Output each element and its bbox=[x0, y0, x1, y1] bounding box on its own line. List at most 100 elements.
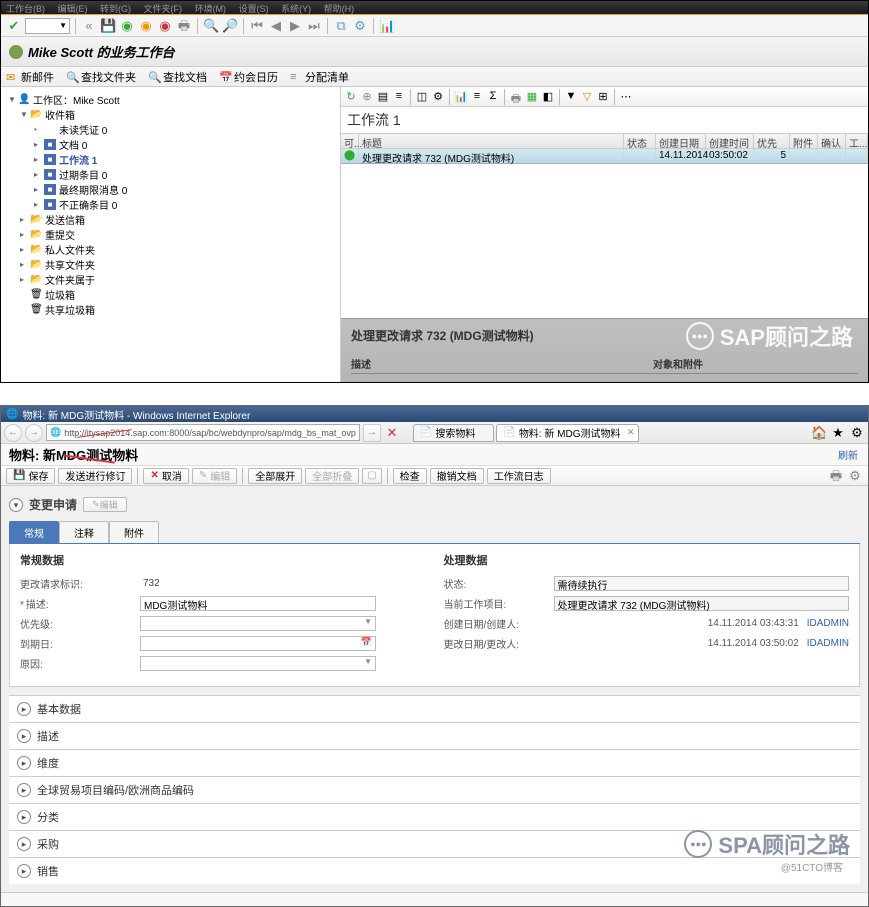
back-button[interactable]: ← bbox=[4, 424, 22, 442]
collapsible-section[interactable]: ▸全球贸易项目编码/欧洲商品编码 bbox=[9, 776, 860, 803]
edit-button[interactable]: ✎编辑 bbox=[192, 468, 237, 484]
col-date[interactable]: 创建日期 bbox=[656, 134, 706, 148]
expand-icon[interactable]: ▸ bbox=[17, 729, 31, 743]
col-status[interactable]: 状态 bbox=[624, 134, 656, 148]
collapsible-section[interactable]: ▸维度 bbox=[9, 749, 860, 776]
save-icon[interactable]: 💾 bbox=[100, 18, 116, 34]
exit-icon[interactable]: ◉ bbox=[138, 18, 154, 34]
refresh-link[interactable]: 刷新 bbox=[838, 447, 858, 462]
tree-item[interactable]: ▸■工作流 1 bbox=[6, 152, 335, 167]
word-icon[interactable]: ◧ bbox=[541, 90, 555, 104]
menu-item[interactable]: 工作台(B) bbox=[6, 2, 45, 15]
tree-item[interactable]: 🗑共享垃圾箱 bbox=[6, 302, 335, 317]
col-time[interactable]: 创建时间 bbox=[706, 134, 754, 148]
expand-all-button[interactable]: 全部展开 bbox=[248, 468, 302, 484]
expand-icon[interactable]: ▸ bbox=[17, 864, 31, 878]
new-mail-button[interactable]: ✉新邮件 bbox=[6, 69, 54, 85]
collapsible-section[interactable]: ▸描述 bbox=[9, 722, 860, 749]
collapsible-section[interactable]: ▸分类 bbox=[9, 803, 860, 830]
collapsible-section[interactable]: ▸基本数据 bbox=[9, 695, 860, 722]
filter2-icon[interactable]: ▽ bbox=[580, 90, 594, 104]
sort-icon[interactable]: ▼ bbox=[564, 90, 578, 104]
tree-item[interactable]: ▸📂共享文件夹 bbox=[6, 257, 335, 272]
next-icon[interactable]: ▶ bbox=[287, 18, 303, 34]
user-link[interactable]: IDADMIN bbox=[807, 618, 849, 629]
tree-item[interactable]: ▸📂重提交 bbox=[6, 227, 335, 242]
collapse-icon[interactable]: ▾ bbox=[9, 498, 23, 512]
tab-attachments[interactable]: 附件 bbox=[109, 521, 159, 543]
expand-icon[interactable]: ▸ bbox=[17, 783, 31, 797]
tree-item[interactable]: ▼📂收件箱 bbox=[6, 107, 335, 122]
prev-icon[interactable]: ◀ bbox=[268, 18, 284, 34]
tab-notes[interactable]: 注释 bbox=[59, 521, 109, 543]
collapse-all-button[interactable]: 全部折叠 bbox=[305, 468, 359, 484]
print2-icon[interactable]: 🖶 bbox=[828, 468, 844, 484]
browser-tab-active[interactable]: 📄物料: 新 MDG测试物料✕ bbox=[496, 424, 639, 442]
menu-item[interactable]: 帮助(H) bbox=[324, 2, 355, 15]
col-title[interactable]: 标题 bbox=[359, 134, 624, 148]
menu-item[interactable]: 环境(M) bbox=[195, 2, 227, 15]
tree-item[interactable]: ▸📂文件夹属于 bbox=[6, 272, 335, 287]
stop-icon[interactable]: ✕ bbox=[384, 425, 400, 441]
find-folder-button[interactable]: 🔍查找文件夹 bbox=[66, 69, 136, 85]
tcode-dropdown[interactable]: ▼ bbox=[25, 18, 70, 34]
dist-list-button[interactable]: ≡分配清单 bbox=[290, 69, 349, 85]
menu-item[interactable]: 系统(Y) bbox=[281, 2, 311, 15]
export-icon[interactable]: 📊 bbox=[454, 90, 468, 104]
help-icon[interactable]: 📊 bbox=[379, 18, 395, 34]
personalize-icon[interactable]: ⚙ bbox=[847, 468, 863, 484]
cancel-doc-button[interactable]: 撤销文档 bbox=[430, 468, 484, 484]
print-icon[interactable]: 🖶 bbox=[176, 18, 192, 34]
tab-general[interactable]: 常规 bbox=[9, 521, 59, 543]
tree-item[interactable]: ▸■最终期限消息 0 bbox=[6, 182, 335, 197]
tree-item[interactable]: 🗑垃圾箱 bbox=[6, 287, 335, 302]
address-bar[interactable]: 🌐 http://itysap2014.sap.com:8000/sap/bc/… bbox=[46, 424, 360, 441]
refresh-icon[interactable]: ↻ bbox=[344, 90, 358, 104]
find-icon[interactable]: 🔍 bbox=[203, 18, 219, 34]
home-icon[interactable]: 🏠 bbox=[811, 425, 827, 441]
details-icon[interactable]: ▤ bbox=[376, 90, 390, 104]
print-icon[interactable]: 🖶 bbox=[509, 90, 523, 104]
browser-tab[interactable]: 📄搜索物料 bbox=[413, 424, 494, 442]
sort-asc-icon[interactable]: ≡ bbox=[392, 90, 406, 104]
col-wi[interactable]: 工... bbox=[846, 134, 868, 148]
workflow-log-button[interactable]: 工作流日志 bbox=[487, 468, 551, 484]
tree-item[interactable]: ▸■文档 0 bbox=[6, 137, 335, 152]
folder-tree[interactable]: ▼👤工作区：Mike Scott▼📂收件箱•未读凭证 0▸■文档 0▸■工作流 … bbox=[1, 87, 341, 382]
dropdown-field[interactable]: ▼ bbox=[140, 656, 376, 671]
close-icon[interactable]: ✕ bbox=[627, 427, 635, 438]
cancel-icon[interactable]: ◉ bbox=[157, 18, 173, 34]
dropdown-field[interactable]: ▼ bbox=[140, 616, 376, 631]
sum-icon[interactable]: Σ bbox=[486, 90, 500, 104]
first-icon[interactable]: ⏮ bbox=[249, 18, 265, 34]
tree-item[interactable]: ▸📂发送信箱 bbox=[6, 212, 335, 227]
findnext-icon[interactable]: 🔎 bbox=[222, 18, 238, 34]
col-att[interactable]: 附件 bbox=[790, 134, 818, 148]
layout-icon[interactable]: ⚙ bbox=[352, 18, 368, 34]
last-icon[interactable]: ⏭ bbox=[306, 18, 322, 34]
col-conf[interactable]: 确认 bbox=[818, 134, 846, 148]
chart-icon[interactable]: ≡ bbox=[470, 90, 484, 104]
tree-item[interactable]: ▸■过期条目 0 bbox=[6, 167, 335, 182]
go-button[interactable]: → bbox=[363, 424, 381, 442]
grid-row[interactable]: ⬤ 处理更改请求 732 (MDG测试物料) 14.11.2014 03:50:… bbox=[341, 149, 868, 164]
exec-icon[interactable]: ⊕ bbox=[360, 90, 374, 104]
send-revise-button[interactable]: 发送进行修订 bbox=[58, 468, 132, 484]
text-field[interactable]: MDG测试物料 bbox=[140, 596, 376, 611]
expand-icon[interactable]: ▸ bbox=[17, 810, 31, 824]
tree-item[interactable]: ▸📂私人文件夹 bbox=[6, 242, 335, 257]
back-icon[interactable]: « bbox=[81, 18, 97, 34]
tree-item[interactable]: •未读凭证 0 bbox=[6, 122, 335, 137]
tree-item[interactable]: ▼👤工作区：Mike Scott bbox=[6, 92, 335, 107]
col-icon[interactable]: ◫ bbox=[415, 90, 429, 104]
expand-icon[interactable]: ▸ bbox=[17, 756, 31, 770]
collapsible-section[interactable]: ▸销售 bbox=[9, 857, 860, 884]
user-link[interactable]: IDADMIN bbox=[807, 638, 849, 649]
edit-pill-button[interactable]: ✎编辑 bbox=[83, 497, 127, 512]
box-button[interactable]: ▢ bbox=[362, 468, 381, 484]
cancel-button[interactable]: ✕取消 bbox=[143, 468, 188, 484]
tree-item[interactable]: ▸■不正确条目 0 bbox=[6, 197, 335, 212]
new-session-icon[interactable]: ⧉ bbox=[333, 18, 349, 34]
menu-item[interactable]: 设置(S) bbox=[239, 2, 269, 15]
save-button[interactable]: 💾保存 bbox=[6, 468, 55, 484]
